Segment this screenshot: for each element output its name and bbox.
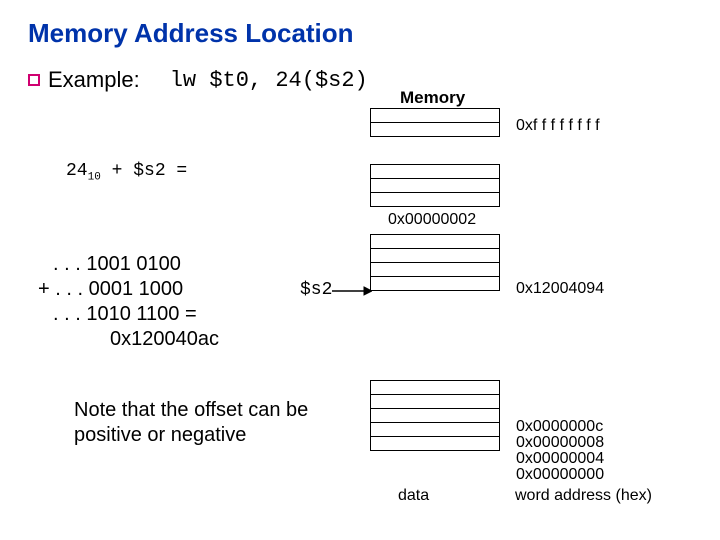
binary-l4: 0x120040ac [38, 327, 219, 352]
formula-rhs: + $s2 = [101, 161, 187, 181]
mem-cell [370, 178, 500, 193]
addr-mid1: 0x00000002 [388, 211, 476, 229]
mem-cell [370, 248, 500, 263]
mem-cell [370, 164, 500, 179]
instruction-code: lw $t0, 24($s2) [170, 68, 368, 93]
addr-top: 0xf f f f f f f f [516, 117, 600, 135]
example-label: Example: [48, 67, 140, 93]
mem-cell [370, 394, 500, 409]
formula-lhs: 24 [66, 161, 88, 181]
mem-cell [370, 276, 500, 291]
slide-title: Memory Address Location [28, 18, 692, 49]
arrow-icon [332, 286, 372, 296]
binary-addition: . . . 1001 0100 + . . . 0001 1000 . . . … [38, 252, 219, 352]
bullet-icon [28, 74, 40, 86]
formula-sub: 10 [88, 172, 101, 184]
example-row: Example: lw $t0, 24($s2) [28, 67, 692, 93]
mem-cell [370, 192, 500, 207]
binary-l2: + . . . 0001 1000 [38, 277, 219, 302]
addr-column-label: word address (hex) [515, 487, 652, 505]
s2-pointer-label: $s2 [300, 280, 332, 300]
binary-l3: . . . 1010 1100 = [38, 302, 219, 327]
mem-cell [370, 408, 500, 423]
addr-s2: 0x12004094 [516, 280, 604, 298]
mem-cell [370, 108, 500, 123]
mem-cell [370, 436, 500, 451]
mem-cell [370, 234, 500, 249]
addr-b0: 0x00000000 [516, 466, 604, 484]
offset-note: Note that the offset can be positive or … [74, 398, 314, 448]
formula: 2410 + $s2 = [66, 161, 187, 184]
mem-cell [370, 262, 500, 277]
data-column-label: data [398, 487, 429, 505]
mem-cell [370, 380, 500, 395]
mem-cell [370, 422, 500, 437]
memory-column [370, 108, 500, 450]
binary-l1: . . . 1001 0100 [38, 252, 219, 277]
mem-cell [370, 122, 500, 137]
memory-heading: Memory [400, 88, 465, 108]
